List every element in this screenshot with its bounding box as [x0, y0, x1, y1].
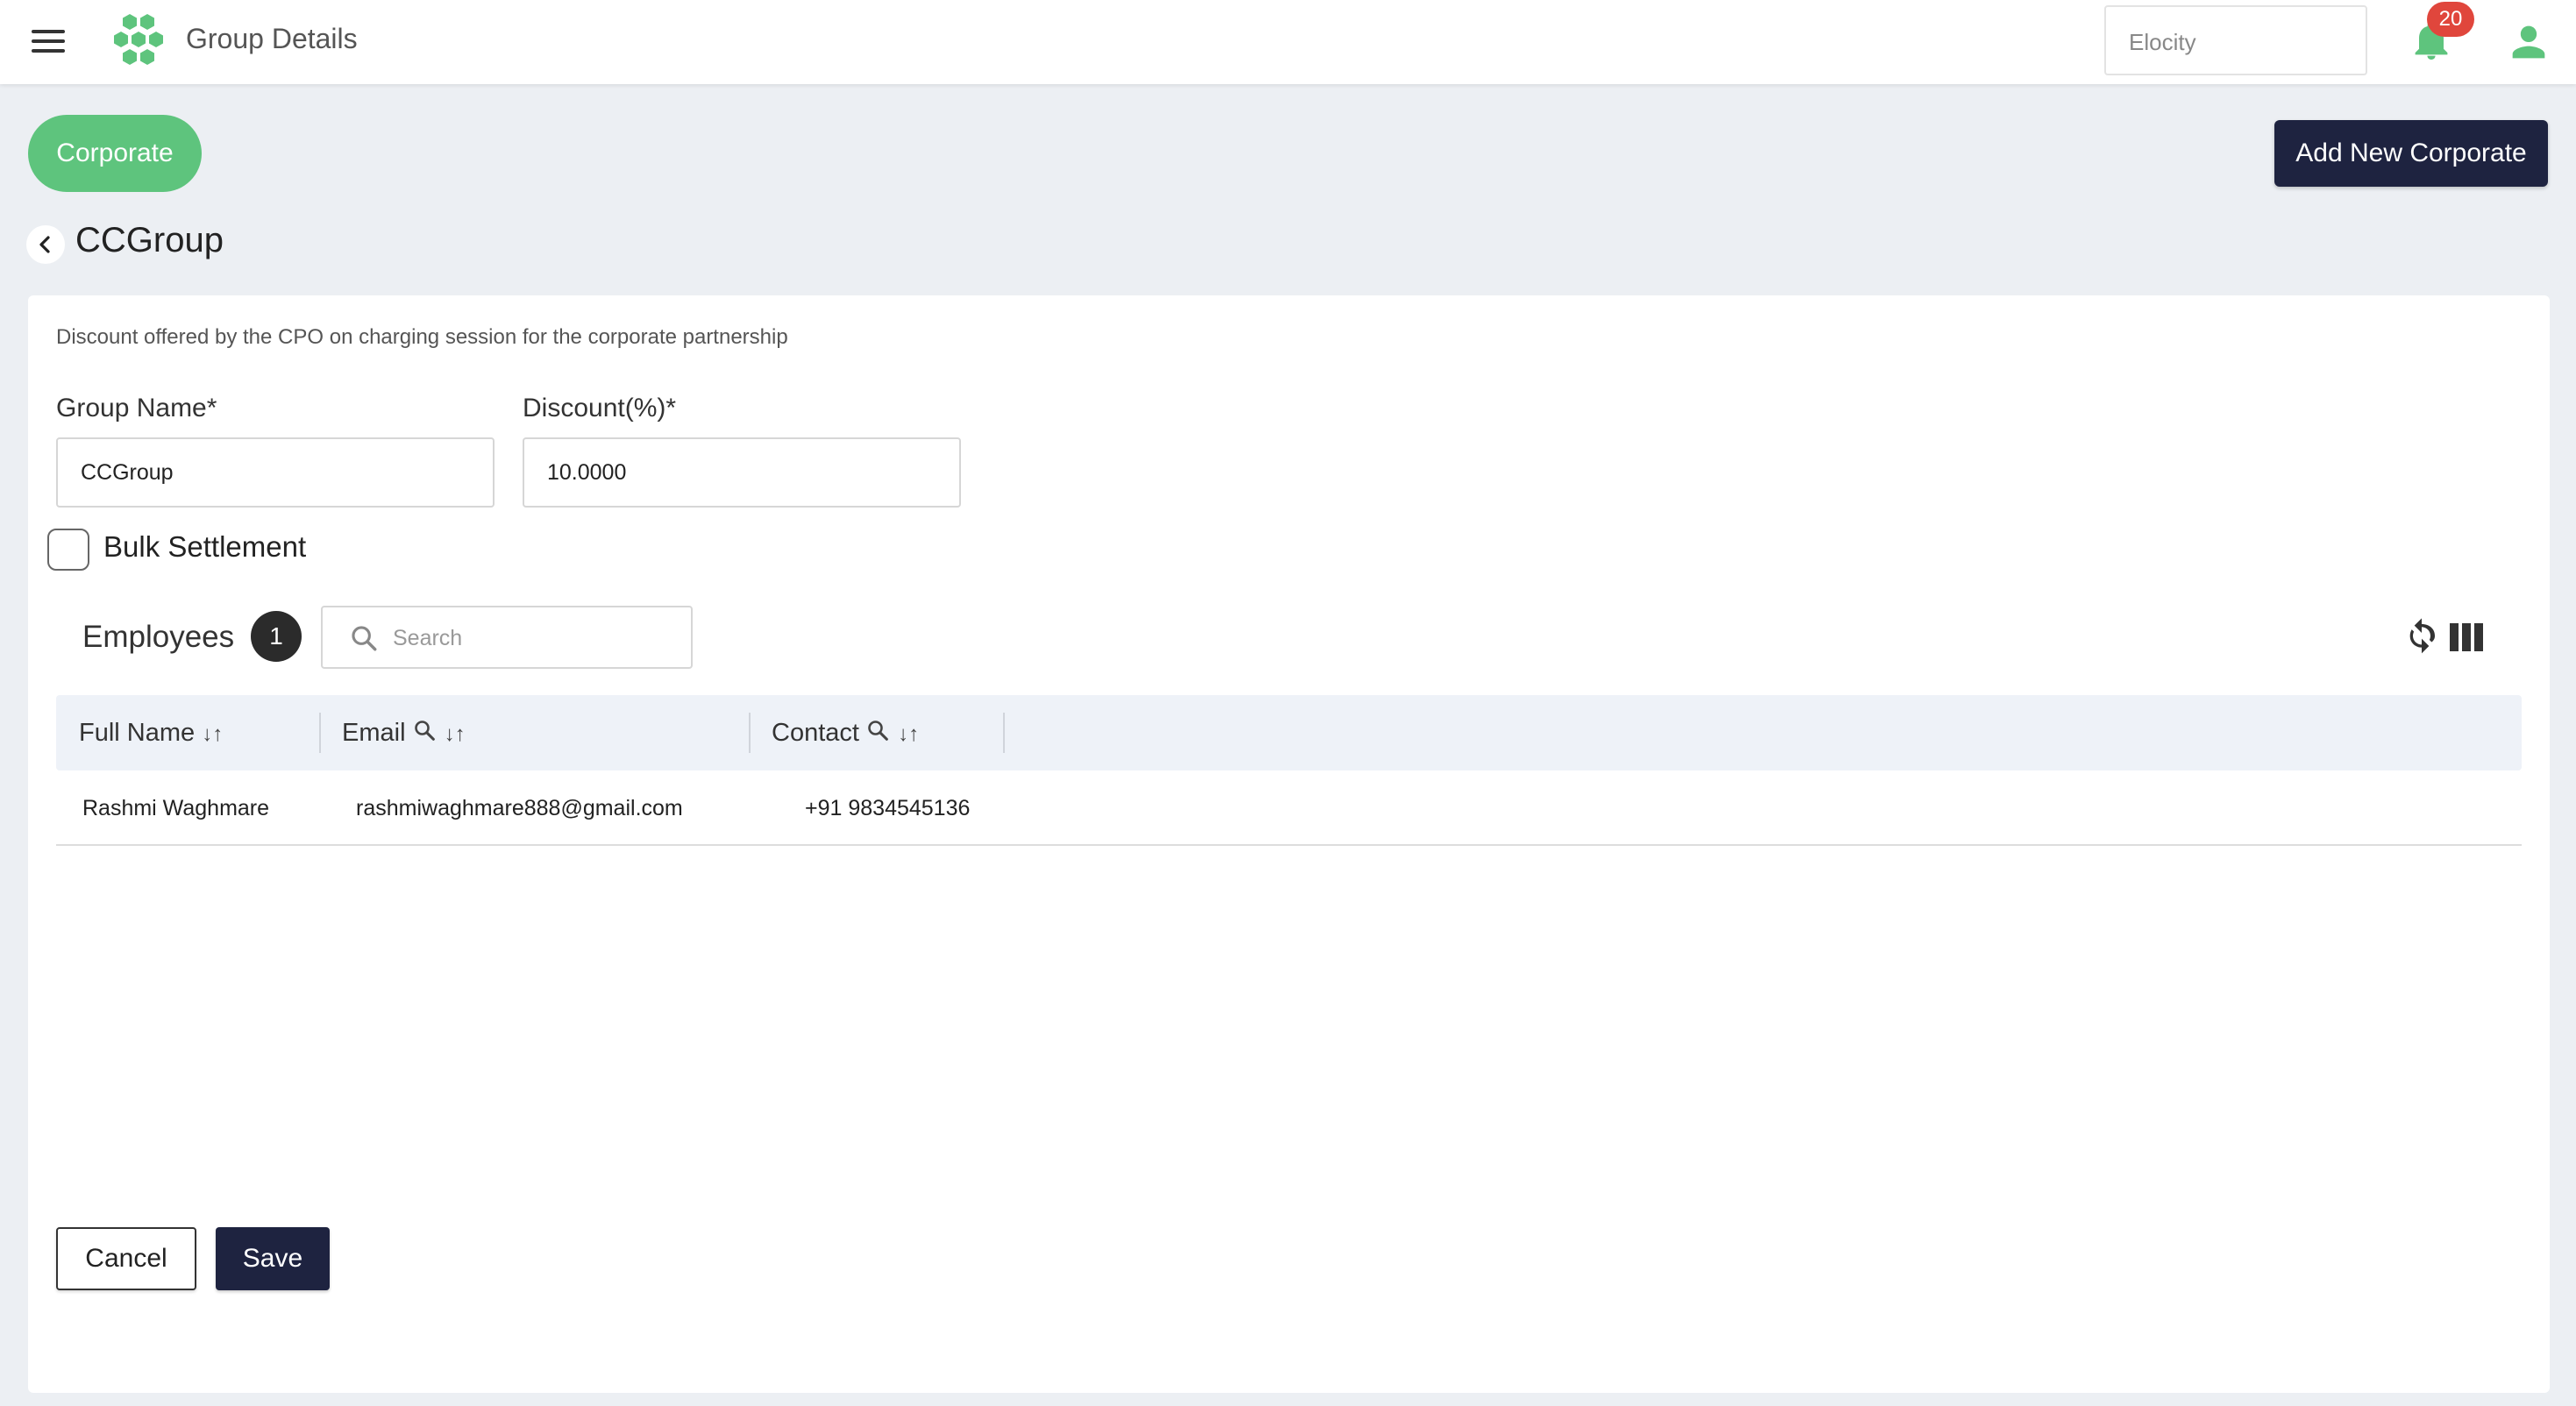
employees-count-badge: 1 [251, 611, 302, 662]
notification-badge: 20 [2427, 2, 2474, 37]
discount-input[interactable]: 10.0000 [523, 437, 961, 508]
search-icon [352, 626, 377, 651]
sort-icon[interactable]: ↓↑ [202, 722, 223, 746]
column-label: Contact [772, 719, 859, 747]
chevron-left-icon [39, 236, 50, 253]
bulk-settlement-label: Bulk Settlement [103, 530, 307, 563]
column-label: Full Name [79, 719, 196, 747]
top-app-bar: Group Details Elocity 20 [0, 0, 2576, 84]
table-row[interactable]: Rashmi Waghmare rashmiwaghmare888@gmail.… [56, 770, 2522, 846]
employee-search-box[interactable] [321, 606, 693, 669]
discount-label: Discount(%)* [523, 394, 677, 423]
column-divider[interactable] [749, 713, 751, 753]
logo-icon [114, 14, 163, 65]
group-details-card: Discount offered by the CPO on charging … [28, 295, 2550, 1393]
column-header-contact[interactable]: Contact ↓↑ [772, 695, 919, 770]
sort-icon[interactable]: ↓↑ [445, 722, 466, 746]
employees-table-header: Full Name ↓↑ Email ↓↑ Contact ↓↑ [56, 695, 2522, 770]
column-divider[interactable] [319, 713, 321, 753]
corporate-pill-button[interactable]: Corporate [28, 115, 202, 192]
menu-icon[interactable] [32, 28, 67, 54]
add-new-corporate-button[interactable]: Add New Corporate [2274, 120, 2548, 187]
employee-search-input[interactable] [393, 616, 673, 660]
columns-icon[interactable] [2450, 623, 2483, 651]
cell-full-name: Rashmi Waghmare [82, 796, 270, 820]
column-header-email[interactable]: Email ↓↑ [342, 695, 466, 770]
page-title: CCGroup [75, 221, 224, 259]
discount-description: Discount offered by the CPO on charging … [56, 325, 788, 349]
group-name-input[interactable]: CCGroup [56, 437, 495, 508]
refresh-icon[interactable] [2404, 618, 2439, 657]
bulk-settlement-checkbox[interactable] [47, 529, 89, 571]
column-divider[interactable] [1003, 713, 1005, 753]
column-header-full-name[interactable]: Full Name ↓↑ [79, 695, 223, 770]
sort-icon[interactable]: ↓↑ [898, 722, 919, 746]
search-filter-icon[interactable] [413, 719, 438, 743]
cell-contact: +91 9834545136 [805, 796, 971, 820]
back-button[interactable] [26, 225, 65, 264]
cancel-button[interactable]: Cancel [56, 1227, 196, 1290]
search-filter-icon[interactable] [866, 719, 891, 743]
app-title: Group Details [186, 23, 358, 54]
cell-email: rashmiwaghmare888@gmail.com [356, 796, 683, 820]
organization-selector[interactable]: Elocity [2104, 5, 2367, 75]
group-name-label: Group Name* [56, 394, 217, 423]
employees-title: Employees [82, 620, 235, 654]
save-button[interactable]: Save [216, 1227, 330, 1290]
column-label: Email [342, 719, 406, 747]
user-account-icon[interactable] [2509, 23, 2548, 61]
